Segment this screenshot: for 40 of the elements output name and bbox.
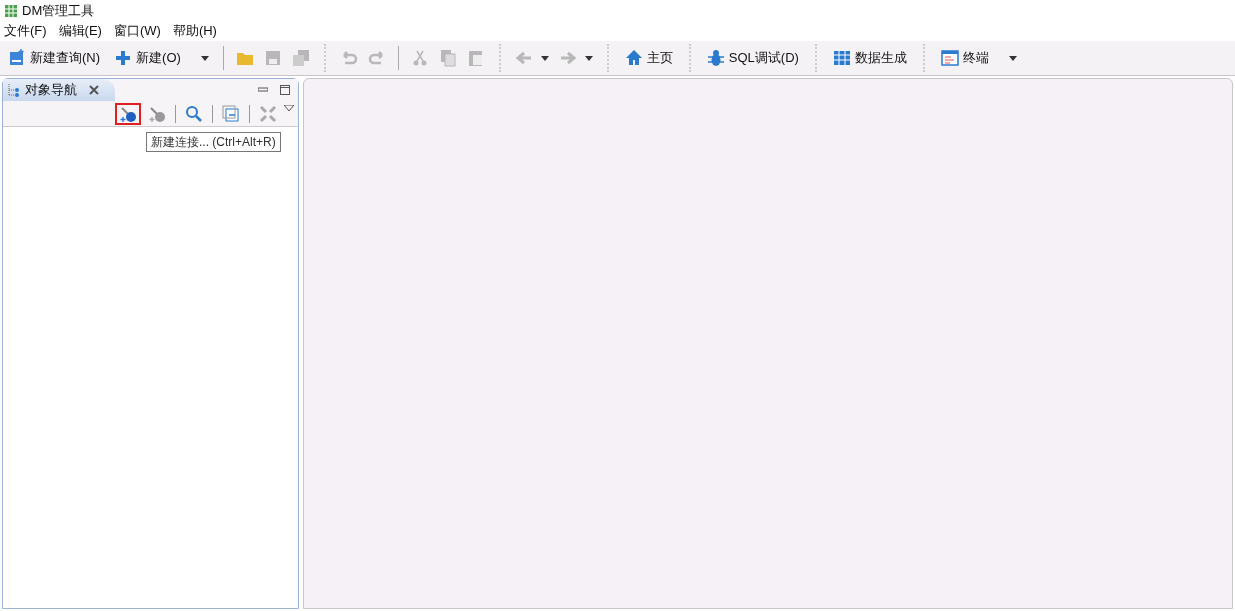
plus-icon xyxy=(114,49,133,67)
toolbar-button[interactable]: 新建查询(N) xyxy=(4,45,105,71)
caret-icon xyxy=(200,55,209,61)
toolbar-button[interactable]: 新建(O) xyxy=(110,45,213,71)
toolbar-button[interactable]: 终端 xyxy=(936,45,1021,71)
menu-item[interactable]: 编辑(E) xyxy=(58,21,102,41)
menu-item[interactable]: 文件(F) xyxy=(4,21,47,41)
bug-icon xyxy=(706,49,725,67)
search-icon xyxy=(185,104,203,123)
view-menu-icon[interactable] xyxy=(284,105,294,111)
table-grid-icon xyxy=(832,49,851,67)
window-title: DM管理工具 xyxy=(22,1,95,20)
tab-label: 对象导航 xyxy=(25,81,77,100)
terminal-window-icon xyxy=(940,49,959,67)
new-connection-icon xyxy=(119,104,137,123)
tree-icon xyxy=(7,83,21,97)
toolbar-button[interactable]: SQL调试(D) xyxy=(702,45,803,71)
collapse-icon xyxy=(222,104,240,123)
menu-item[interactable]: 窗口(W) xyxy=(113,21,161,41)
new-connection-button[interactable] xyxy=(115,102,141,125)
house-icon xyxy=(624,49,643,67)
left-arrow-icon xyxy=(514,49,533,67)
disconnect-icon xyxy=(148,104,166,123)
menu-item[interactable]: 帮助(H) xyxy=(172,21,217,41)
copy-icon xyxy=(438,49,457,67)
save-icon xyxy=(263,49,282,67)
close-icon[interactable] xyxy=(89,85,99,95)
expand-icon xyxy=(259,104,277,123)
right-arrow-icon xyxy=(558,49,577,67)
tooltip: 新建连接... (Ctrl+Alt+R) xyxy=(146,132,281,152)
redo-icon xyxy=(367,49,386,67)
toolbar-button[interactable]: 数据生成 xyxy=(828,45,911,71)
toolbar-button[interactable]: 主页 xyxy=(620,45,677,71)
app-icon xyxy=(4,3,18,18)
caret-icon xyxy=(540,55,549,61)
caret-icon xyxy=(1008,55,1017,61)
maximize-icon[interactable] xyxy=(280,85,290,95)
navigator-tab[interactable]: 对象导航 xyxy=(3,79,115,101)
minimize-icon[interactable] xyxy=(258,85,268,95)
caret-icon xyxy=(584,55,593,61)
